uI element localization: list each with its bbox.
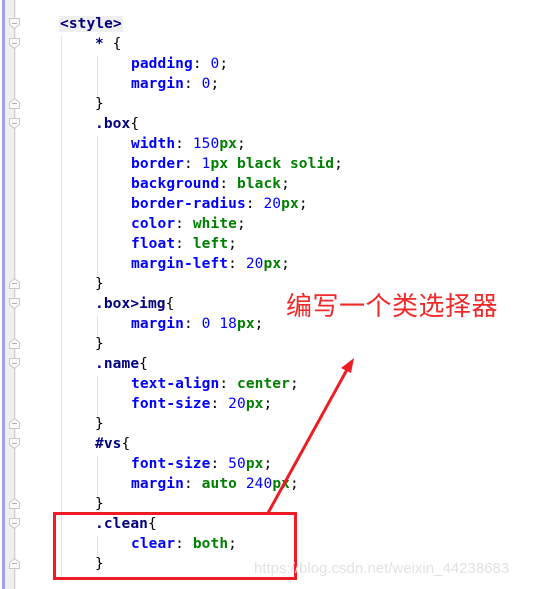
annotation-label: 编写一个类选择器 — [286, 292, 499, 322]
watermark: https://blog.csdn.net/weixin_44238683 — [254, 560, 510, 577]
annotation-arrow-head — [341, 358, 354, 373]
annotation-arrow-shaft — [266, 365, 351, 514]
